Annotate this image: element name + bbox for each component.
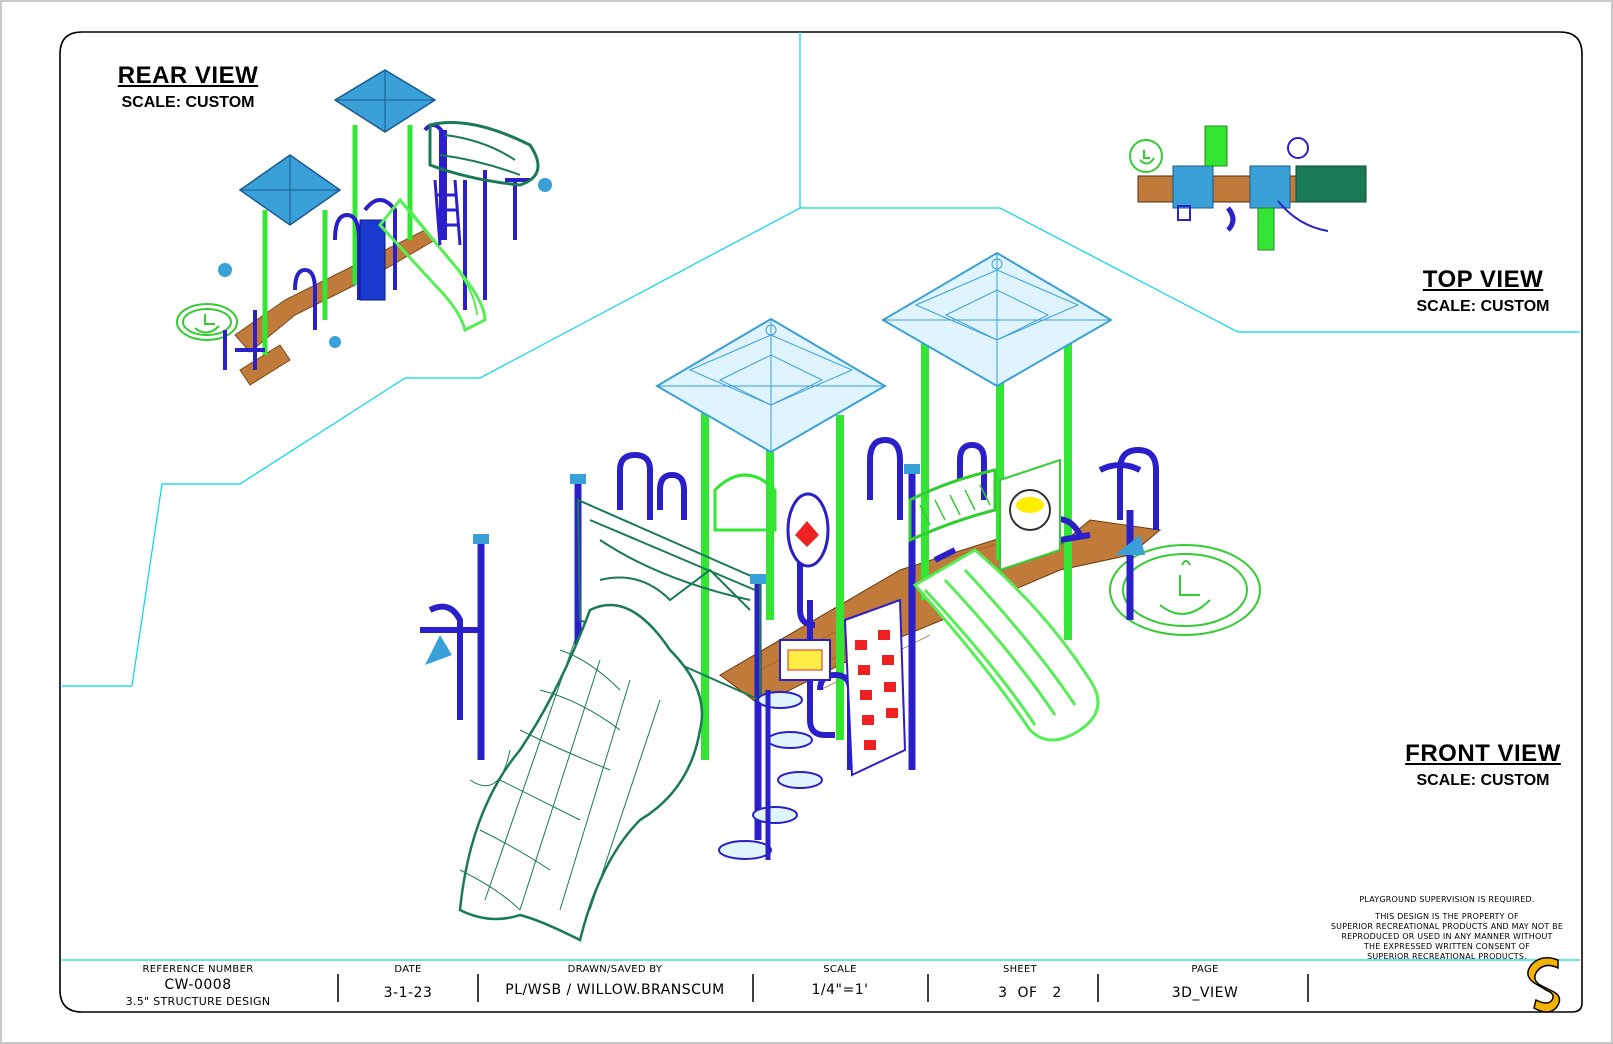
property-note-line: SUPERIOR RECREATIONAL PRODUCTS AND MAY N… — [1330, 922, 1564, 931]
property-note-line: SUPERIOR RECREATIONAL PRODUCTS. — [1367, 952, 1527, 961]
property-note-line: THIS DESIGN IS THE PROPERTY OF — [1375, 912, 1519, 921]
front-roof-left — [655, 317, 887, 454]
drawn-by-value: PL/WSB / WILLOW.BRANSCUM — [505, 982, 725, 998]
superior-logo-icon — [1527, 957, 1561, 1013]
supervision-note: PLAYGROUND SUPERVISION IS REQUIRED. — [1359, 895, 1535, 904]
accessibility-symbol-icon — [176, 303, 238, 341]
top-view-structure — [1129, 125, 1367, 251]
top-view-title: TOP VIEW — [1422, 266, 1544, 293]
tube-slide — [458, 603, 704, 942]
property-note-line: THE EXPRESSED WRITTEN CONSENT OF — [1363, 942, 1531, 951]
drawing-sheet — [0, 0, 1613, 1044]
property-note: THIS DESIGN IS THE PROPERTY OF SUPERIOR … — [1312, 912, 1582, 962]
top-view-scale: SCALE: CUSTOM — [1416, 298, 1550, 315]
front-view-title: FRONT VIEW — [1405, 740, 1561, 767]
drawn-by-label: DRAWN/SAVED BY — [567, 964, 663, 975]
reference-description: 3.5" STRUCTURE DESIGN — [125, 995, 271, 1008]
spiral-stairs — [718, 690, 823, 860]
property-note-line: REPRODUCED OR USED IN ANY MANNER WITHOUT — [1341, 932, 1553, 941]
front-view-scale: SCALE: CUSTOM — [1416, 772, 1550, 789]
rear-view-structure — [176, 69, 552, 386]
sheet-value: 3 OF 2 — [998, 985, 1062, 1001]
rock-wall-panel — [843, 598, 907, 777]
rear-view-title: REAR VIEW — [117, 62, 259, 89]
rear-roof-right — [333, 69, 437, 133]
sheet-label: SHEET — [1002, 964, 1038, 975]
reference-number-value: CW-0008 — [164, 977, 232, 993]
reference-number-label: REFERENCE NUMBER — [142, 964, 254, 975]
front-view-structure — [420, 251, 1261, 942]
front-roof-right — [881, 251, 1113, 388]
date-value: 3-1-23 — [383, 985, 433, 1001]
date-label: DATE — [394, 964, 422, 975]
scale-value: 1/4"=1' — [811, 982, 869, 998]
rear-view-scale: SCALE: CUSTOM — [121, 94, 255, 111]
page-value: 3D_VIEW — [1171, 985, 1239, 1001]
accessibility-symbol-icon-top — [1129, 139, 1163, 173]
scale-label: SCALE — [823, 964, 857, 975]
page-label: PAGE — [1191, 964, 1219, 975]
